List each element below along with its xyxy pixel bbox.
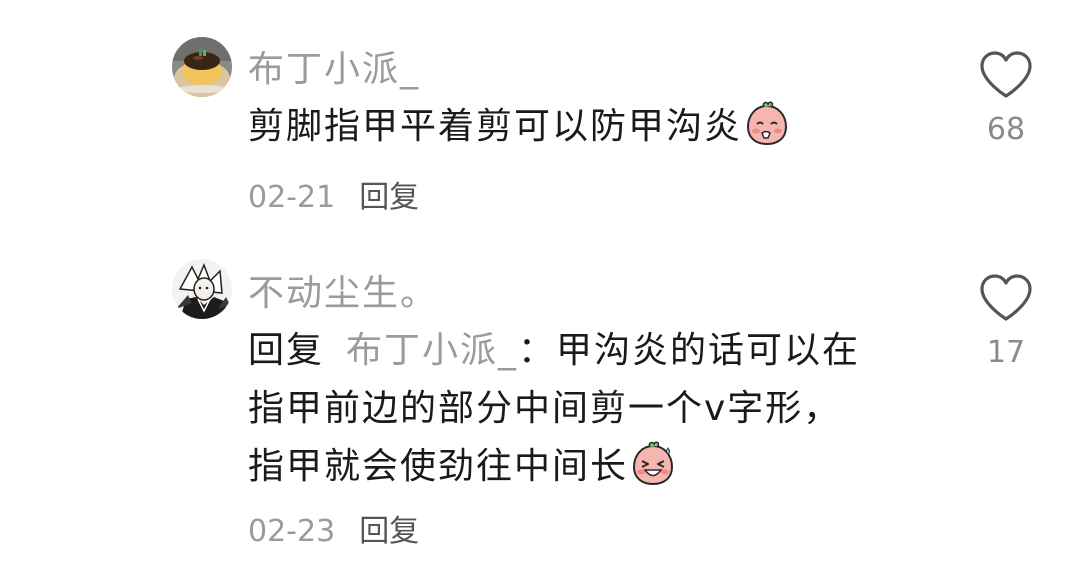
comment-text: 回复 布丁小派_：甲沟炎的话可以在 指甲前边的部分中间剪一个v字形， 指甲就会使劲… — [248, 322, 860, 496]
reply-button[interactable]: 回复 — [359, 180, 419, 215]
user-avatar[interactable] — [172, 259, 232, 319]
comment-date: 02-21 — [248, 180, 336, 215]
comment-text-line: 指甲前边的部分中间剪一个v字形， — [248, 388, 842, 429]
comment-text-segment: 甲沟炎的话可以在 — [556, 330, 861, 371]
comment-text-line: 剪脚指甲平着剪可以防甲沟炎 — [248, 106, 743, 147]
comment-item: 布丁小派_ 剪脚指甲平着剪可以防甲沟炎 02-21 回复 68 — [0, 0, 1080, 230]
like-count: 17 — [986, 335, 1026, 370]
comment-meta: 02-21 回复 — [248, 172, 419, 216]
like-button[interactable]: 17 — [970, 273, 1042, 370]
like-count: 68 — [986, 112, 1026, 147]
shy-peach-emoji-icon — [744, 100, 790, 146]
comment-text-line: 回复 布丁小派_：甲沟炎的话可以在 — [248, 322, 860, 380]
username[interactable]: 布丁小派_ — [248, 40, 420, 92]
reply-button[interactable]: 回复 — [359, 514, 419, 549]
reply-target-username[interactable]: 布丁小派_ — [346, 330, 518, 371]
heart-icon — [980, 274, 1032, 321]
comment-text-segment: 指甲就会使劲往中间长 — [248, 446, 629, 487]
reply-colon: ： — [518, 330, 557, 371]
username[interactable]: 不动尘生。 — [248, 264, 438, 316]
comment-text-line: 指甲就会使劲往中间长 — [248, 438, 860, 496]
anime-character-avatar-icon — [172, 259, 232, 319]
like-button[interactable]: 68 — [970, 50, 1042, 147]
pudding-avatar-icon — [172, 37, 232, 97]
comment-text: 剪脚指甲平着剪可以防甲沟炎 — [248, 98, 790, 156]
heart-icon — [980, 51, 1032, 98]
user-avatar[interactable] — [172, 37, 232, 97]
laughing-peach-emoji-icon — [630, 440, 676, 486]
comment-item: 不动尘生。 回复 布丁小派_：甲沟炎的话可以在 指甲前边的部分中间剪一个v字形， … — [0, 250, 1080, 570]
comment-date: 02-23 — [248, 514, 336, 549]
comment-meta: 02-23 回复 — [248, 506, 419, 550]
reply-prefix: 回复 — [248, 330, 325, 371]
